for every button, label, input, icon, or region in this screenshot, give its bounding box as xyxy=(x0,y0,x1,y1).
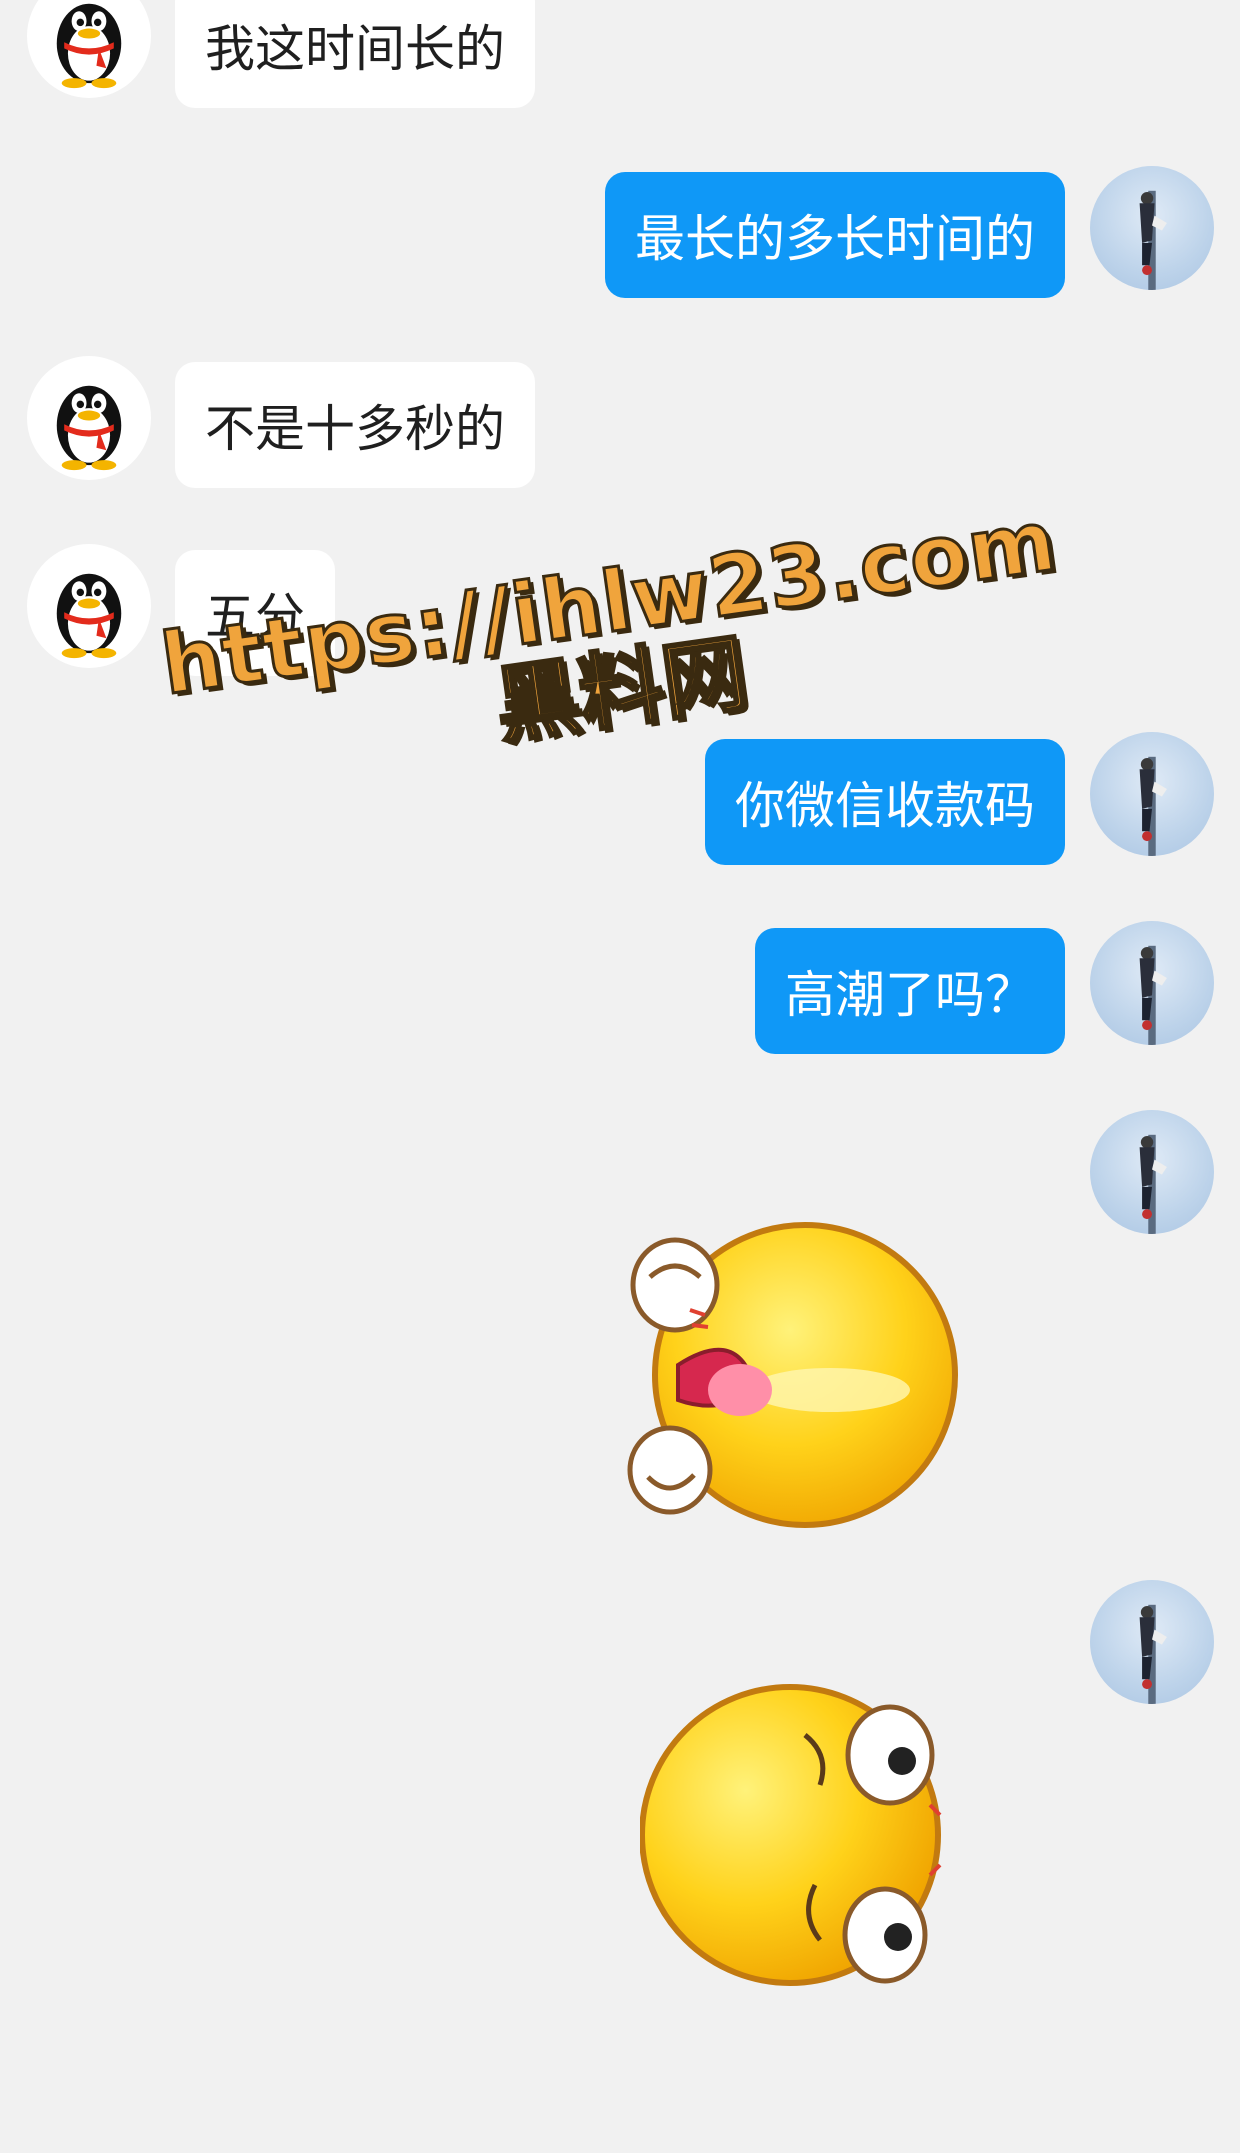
message-bubble-incoming[interactable]: 五分 xyxy=(175,550,335,676)
message-text: 高潮了吗？ xyxy=(785,966,1035,1024)
message-text: 不是十多秒的 xyxy=(205,400,505,458)
message-bubble-outgoing[interactable]: 最长的多长时间的 xyxy=(605,172,1065,298)
message-bubble-incoming[interactable]: 我这时间长的 xyxy=(175,0,535,108)
user-photo-avatar-icon xyxy=(1139,945,1167,1045)
emoji-tongue-icon xyxy=(627,1222,958,1528)
user-photo-avatar-icon xyxy=(1139,1134,1167,1234)
message-text: 五分 xyxy=(205,588,305,646)
message-text: 最长的多长时间的 xyxy=(635,210,1035,268)
qq-penguin-avatar-icon xyxy=(56,385,122,471)
my-avatar[interactable] xyxy=(1090,921,1214,1045)
emoji-rolling-icon xyxy=(640,1684,942,1986)
contact-avatar[interactable] xyxy=(27,544,151,668)
user-photo-avatar-icon xyxy=(1139,1604,1167,1704)
qq-penguin-avatar-icon xyxy=(56,3,122,89)
my-avatar[interactable] xyxy=(1090,1580,1214,1704)
contact-avatar[interactable] xyxy=(27,356,151,480)
user-photo-avatar-icon xyxy=(1139,190,1167,290)
user-photo-avatar-icon xyxy=(1139,756,1167,856)
message-bubble-outgoing[interactable]: 高潮了吗？ xyxy=(755,928,1065,1054)
my-avatar[interactable] xyxy=(1090,166,1214,290)
my-avatar[interactable] xyxy=(1090,732,1214,856)
message-bubble-incoming[interactable]: 不是十多秒的 xyxy=(175,362,535,488)
message-text: 你微信收款码 xyxy=(735,777,1035,835)
cute-emoji-rolling-sticker[interactable] xyxy=(640,1665,960,1995)
contact-avatar[interactable] xyxy=(27,0,151,98)
qq-penguin-avatar-icon xyxy=(56,573,122,659)
cute-emoji-tongue-sticker[interactable] xyxy=(620,1215,970,1535)
my-avatar[interactable] xyxy=(1090,1110,1214,1234)
message-bubble-outgoing[interactable]: 你微信收款码 xyxy=(705,739,1065,865)
message-text: 我这时间长的 xyxy=(205,20,505,78)
